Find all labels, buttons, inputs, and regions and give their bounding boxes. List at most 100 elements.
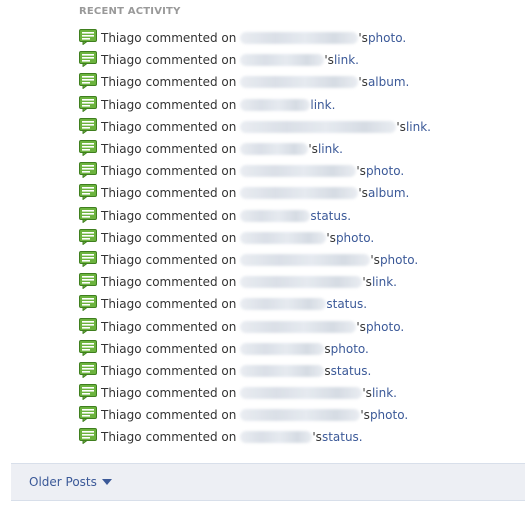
older-posts-bar: Older Posts — [11, 463, 525, 501]
activity-target-link[interactable]: link. — [334, 53, 359, 67]
activity-item: Thiago commented on 's link. — [79, 271, 431, 293]
activity-item: Thiago commented on 's album. — [79, 71, 431, 93]
possessive-suffix: 's — [358, 31, 368, 46]
activity-verb: commented on — [145, 142, 237, 157]
activity-verb: commented on — [145, 230, 237, 245]
redacted-name[interactable] — [240, 187, 359, 200]
activity-target-link[interactable]: photo. — [380, 253, 418, 267]
activity-actor[interactable]: Thiago — [101, 164, 142, 178]
activity-verb: commented on — [145, 164, 237, 179]
activity-actor[interactable]: Thiago — [101, 342, 142, 356]
activity-actor[interactable]: Thiago — [101, 320, 142, 334]
activity-item: Thiago commented on 's photo. — [79, 227, 431, 249]
activity-item: Thiago commented on 's photo. — [79, 315, 431, 337]
activity-actor[interactable]: Thiago — [101, 364, 142, 378]
possessive-suffix: 's — [362, 386, 372, 401]
possessive-suffix: 's — [360, 408, 370, 423]
activity-target-link[interactable]: status. — [322, 430, 363, 444]
activity-target-link[interactable]: link. — [310, 98, 335, 112]
activity-verb: commented on — [145, 119, 237, 134]
comment-bubble-icon — [79, 29, 97, 46]
activity-actor[interactable]: Thiago — [101, 386, 142, 400]
activity-target-link[interactable]: photo. — [331, 342, 369, 356]
activity-actor[interactable]: Thiago — [101, 209, 142, 223]
redacted-name[interactable] — [240, 165, 357, 178]
possessive-suffix: 's — [362, 275, 372, 290]
activity-target-link[interactable]: status. — [326, 297, 367, 311]
comment-bubble-icon — [79, 51, 97, 68]
activity-verb: commented on — [145, 186, 237, 201]
redacted-name[interactable] — [240, 253, 371, 266]
activity-verb: commented on — [145, 31, 237, 46]
activity-target-link[interactable]: album. — [368, 186, 409, 200]
redacted-name[interactable] — [240, 298, 327, 311]
activity-verb: commented on — [145, 363, 237, 378]
activity-target-link[interactable]: status. — [310, 209, 351, 223]
redacted-name[interactable] — [240, 320, 357, 333]
redacted-name[interactable] — [240, 76, 359, 89]
activity-actor[interactable]: Thiago — [101, 408, 142, 422]
comment-bubble-icon — [79, 273, 97, 290]
activity-target-link[interactable]: photo. — [370, 408, 408, 422]
activity-verb: commented on — [145, 297, 237, 312]
activity-actor[interactable]: Thiago — [101, 120, 142, 134]
redacted-name[interactable] — [240, 143, 309, 156]
activity-verb: commented on — [145, 97, 237, 112]
activity-list: Thiago commented on's photo. Thiago comment… — [79, 27, 431, 449]
activity-item: Thiago commented on 's photo. — [79, 27, 431, 49]
activity-actor[interactable]: Thiago — [101, 31, 142, 45]
possessive-suffix: 's — [358, 186, 368, 201]
comment-bubble-icon — [79, 206, 97, 223]
redacted-name[interactable] — [240, 364, 325, 377]
redacted-name[interactable] — [240, 98, 311, 111]
activity-item: Thiago commented on status. — [79, 293, 431, 315]
activity-target-link[interactable]: photo. — [368, 31, 406, 45]
redacted-name[interactable] — [240, 431, 313, 444]
activity-actor[interactable]: Thiago — [101, 142, 142, 156]
possessive-suffix: 's — [396, 119, 406, 134]
activity-target-link[interactable]: link. — [406, 120, 431, 134]
redacted-name[interactable] — [240, 120, 397, 133]
activity-target-link[interactable]: photo. — [366, 164, 404, 178]
possessive-suffix: 's — [356, 164, 366, 179]
activity-item: Thiago commented on 's link. — [79, 138, 431, 160]
activity-target-link[interactable]: photo. — [366, 320, 404, 334]
possessive-suffix: 's — [308, 142, 318, 157]
activity-item: Thiago commented on 's photo. — [79, 160, 431, 182]
activity-actor[interactable]: Thiago — [101, 231, 142, 245]
activity-target-link[interactable]: link. — [318, 142, 343, 156]
comment-bubble-icon — [79, 228, 97, 245]
activity-verb: commented on — [145, 341, 237, 356]
redacted-name[interactable] — [240, 231, 327, 244]
activity-target-link[interactable]: link. — [372, 386, 397, 400]
activity-verb: commented on — [145, 408, 237, 423]
activity-actor[interactable]: Thiago — [101, 75, 142, 89]
activity-actor[interactable]: Thiago — [101, 275, 142, 289]
redacted-name[interactable] — [240, 409, 361, 422]
redacted-name[interactable] — [240, 32, 359, 45]
activity-actor[interactable]: Thiago — [101, 53, 142, 67]
redacted-name[interactable] — [240, 54, 325, 67]
activity-item: Thiago commented on s photo. — [79, 338, 431, 360]
activity-actor[interactable]: Thiago — [101, 186, 142, 200]
activity-actor[interactable]: Thiago — [101, 98, 142, 112]
activity-target-link[interactable]: photo. — [336, 231, 374, 245]
activity-verb: commented on — [145, 275, 237, 290]
activity-target-link[interactable]: album. — [368, 75, 409, 89]
comment-bubble-icon — [79, 317, 97, 334]
activity-verb: commented on — [145, 430, 237, 445]
redacted-name[interactable] — [240, 387, 363, 400]
activity-item: Thiago commented on link. — [79, 94, 431, 116]
activity-target-link[interactable]: link. — [372, 275, 397, 289]
redacted-name[interactable] — [240, 342, 325, 355]
activity-actor[interactable]: Thiago — [101, 297, 142, 311]
activity-actor[interactable]: Thiago — [101, 253, 142, 267]
activity-item: Thiago commented on 's link. — [79, 116, 431, 138]
activity-verb: commented on — [145, 252, 237, 267]
older-posts-button[interactable]: Older Posts — [29, 475, 112, 489]
redacted-name[interactable] — [240, 209, 311, 222]
redacted-name[interactable] — [240, 276, 363, 289]
activity-target-link[interactable]: status. — [331, 364, 372, 378]
activity-item: Thiago commented on 's link. — [79, 49, 431, 71]
activity-actor[interactable]: Thiago — [101, 430, 142, 444]
